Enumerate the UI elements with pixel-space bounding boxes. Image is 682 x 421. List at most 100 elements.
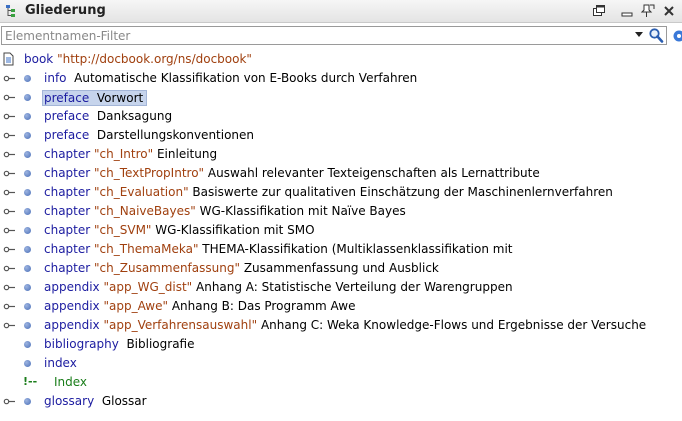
minimize-icon[interactable] [620, 4, 634, 18]
tree-row[interactable]: chapter "ch_Zusammenfassung" Zusammenfas… [0, 259, 682, 278]
expand-handle-icon[interactable] [3, 243, 17, 256]
node-label: chapter "ch_SVM" WG-Klassifikation mit S… [44, 223, 315, 237]
node-label: index [44, 356, 77, 370]
expand-handle-icon[interactable] [3, 205, 17, 218]
expand-handle-icon[interactable] [3, 110, 17, 123]
element-name: appendix [44, 280, 100, 294]
restore-window-icon[interactable] [592, 4, 606, 18]
expand-handle-icon[interactable] [3, 262, 17, 275]
node-label: chapter "ch_Zusammenfassung" Zusammenfas… [44, 261, 439, 275]
node-label: appendix "app_Awe" Anhang B: Das Program… [44, 299, 355, 313]
expand-handle-icon[interactable] [3, 72, 17, 85]
document-icon [3, 52, 14, 66]
element-text: Anhang A: Statistische Verteilung der Wa… [196, 280, 513, 294]
node-label: appendix "app_Verfahrensauswahl" Anhang … [44, 318, 646, 332]
element-attribute: "app_Verfahrensauswahl" [103, 318, 258, 332]
expand-handle-icon[interactable] [3, 300, 17, 313]
element-text: Danksagung [96, 109, 173, 123]
element-text: Basiswerte zur qualitativen Einschätzung… [192, 185, 613, 199]
element-text: Zusammenfassung und Ausblick [243, 261, 439, 275]
node-label: chapter "ch_NaiveBayes" WG-Klassifikatio… [44, 204, 406, 218]
panel-title: Gliederung [25, 3, 106, 18]
element-node-icon [24, 341, 31, 348]
element-text: WG-Klassifikation mit SMO [155, 223, 315, 237]
expand-handle-icon[interactable] [3, 319, 17, 332]
element-name: chapter [44, 204, 91, 218]
node-label: bibliography Bibliografie [44, 337, 195, 351]
element-attribute: "ch_TextPropIntro" [94, 166, 205, 180]
element-text: Anhang B: Das Programm Awe [171, 299, 356, 313]
tree-row[interactable]: appendix "app_WG_dist" Anhang A: Statist… [0, 278, 682, 297]
element-text: Anhang C: Weka Knowledge-Flows und Ergeb… [260, 318, 647, 332]
element-name: chapter [44, 147, 91, 161]
element-attribute: "http://docbook.org/ns/docbook" [57, 52, 252, 66]
tree-row[interactable]: index [0, 354, 682, 373]
tree-row[interactable]: chapter "ch_ThemaMeka" THEMA-Klassifikat… [0, 240, 682, 259]
element-name: glossary [44, 394, 95, 408]
filter-bar [0, 25, 682, 47]
element-node-icon [24, 151, 31, 158]
tree-row[interactable]: glossary Glossar [0, 392, 682, 411]
expand-handle-icon[interactable] [3, 91, 17, 104]
gear-icon[interactable] [671, 28, 682, 44]
filter-dropdown-icon[interactable] [635, 32, 643, 37]
close-icon[interactable] [662, 4, 676, 18]
tree-row[interactable]: bibliography Bibliografie [0, 335, 682, 354]
tree-row[interactable]: info Automatische Klassifikation von E-B… [0, 69, 682, 88]
element-name: appendix [44, 318, 100, 332]
tree-row[interactable]: appendix "app_Awe" Anhang B: Das Program… [0, 297, 682, 316]
element-node-icon [24, 75, 31, 82]
element-attribute: "ch_NaiveBayes" [94, 204, 196, 218]
expand-handle-icon[interactable] [3, 224, 17, 237]
tree-root-row[interactable]: book "http://docbook.org/ns/docbook" [0, 50, 682, 69]
element-name: bibliography [44, 337, 119, 351]
tree-row[interactable]: chapter "ch_TextPropIntro" Auswahl relev… [0, 164, 682, 183]
expand-handle-icon[interactable] [3, 395, 17, 408]
tree-row[interactable]: preface Darstellungskonventionen [0, 126, 682, 145]
element-node-icon [24, 170, 31, 177]
element-node-icon [24, 189, 31, 196]
element-node-icon [24, 113, 31, 120]
element-attribute: "ch_ThemaMeka" [94, 242, 199, 256]
node-label: appendix "app_WG_dist" Anhang A: Statist… [44, 280, 513, 294]
node-label: chapter "ch_ThemaMeka" THEMA-Klassifikat… [44, 242, 513, 256]
node-label: info Automatische Klassifikation von E-B… [44, 71, 417, 85]
element-name: chapter [44, 242, 91, 256]
element-node-icon [24, 246, 31, 253]
element-text: THEMA-Klassifikation (Multiklassenklassi… [202, 242, 513, 256]
element-attribute: "ch_SVM" [94, 223, 152, 237]
expand-handle-icon[interactable] [3, 186, 17, 199]
pin-icon[interactable] [641, 4, 655, 18]
tree-row[interactable]: preface Danksagung [0, 107, 682, 126]
element-attribute: "ch_Evaluation" [94, 185, 189, 199]
tree-row[interactable]: appendix "app_Verfahrensauswahl" Anhang … [0, 316, 682, 335]
element-attribute: "ch_Intro" [94, 147, 154, 161]
tree-row[interactable]: chapter "ch_Intro" Einleitung [0, 145, 682, 164]
expand-handle-icon[interactable] [3, 167, 17, 180]
element-text: Glossar [101, 394, 147, 408]
selected-node-label: preface Vorwort [42, 90, 148, 106]
element-attribute: "ch_Zusammenfassung" [94, 261, 240, 275]
comment-icon: !-- [23, 375, 38, 388]
expand-handle-icon[interactable] [3, 129, 17, 142]
element-name: preface [44, 128, 90, 142]
expand-handle-icon[interactable] [3, 281, 17, 294]
tree-row[interactable]: preface Vorwort [0, 88, 682, 107]
search-icon[interactable] [648, 27, 664, 44]
tree-row[interactable]: chapter "ch_SVM" WG-Klassifikation mit S… [0, 221, 682, 240]
element-text: Darstellungskonventionen [96, 128, 255, 142]
element-node-icon [24, 227, 31, 234]
element-attribute: "app_Awe" [103, 299, 169, 313]
element-text: WG-Klassifikation mit Naïve Bayes [199, 204, 406, 218]
element-name-filter-input[interactable] [1, 26, 667, 45]
element-text: Vorwort [96, 91, 144, 105]
element-name: chapter [44, 261, 91, 275]
tree-row[interactable]: chapter "ch_Evaluation" Basiswerte zur q… [0, 183, 682, 202]
tree-row[interactable]: chapter "ch_NaiveBayes" WG-Klassifikatio… [0, 202, 682, 221]
element-node-icon [24, 265, 31, 272]
element-name: chapter [44, 223, 91, 237]
expand-handle-icon[interactable] [3, 148, 17, 161]
element-name: index [44, 356, 77, 370]
tree-row[interactable]: !-- Index [0, 373, 682, 392]
element-text: Auswahl relevanter Texteigenschaften als… [207, 166, 540, 180]
